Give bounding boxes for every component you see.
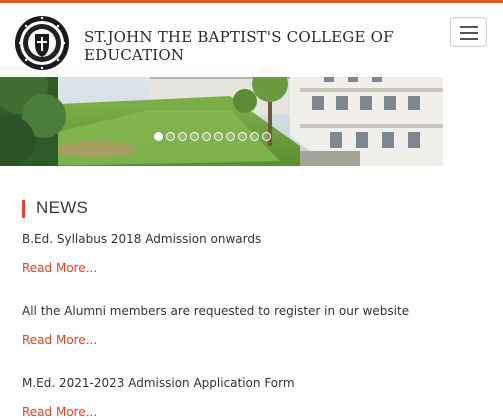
news-item: B.Ed. Syllabus 2018 Admission onwards Re… [22,232,492,276]
carousel-dot[interactable] [202,132,211,141]
carousel-dot[interactable] [214,132,223,141]
hero-carousel-image [0,66,443,166]
read-more-link[interactable]: Read More... [22,261,492,276]
news-item: M.Ed. 2021-2023 Admission Application Fo… [22,376,492,420]
read-more-link[interactable]: Read More... [22,333,492,348]
carousel-dot[interactable] [250,132,259,141]
college-crest-logo[interactable] [14,10,70,76]
news-heading-bar: NEWS [22,198,88,218]
carousel-dot[interactable] [238,132,247,141]
campus-photo [0,66,443,166]
carousel-dot[interactable] [190,132,199,141]
news-item-text: All the Alumni members are requested to … [22,304,410,318]
news-item-text: B.Ed. Syllabus 2018 Admission onwards [22,232,262,246]
news-item: All the Alumni members are requested to … [22,304,492,348]
carousel-dot[interactable] [166,132,175,141]
carousel-dot[interactable] [178,132,187,141]
college-name[interactable]: ST.JOHN THE BAPTIST'S COLLEGE OF EDUCATI… [84,28,414,64]
site-header: ST.JOHN THE BAPTIST'S COLLEGE OF EDUCATI… [0,3,503,77]
hamburger-menu-icon[interactable] [450,17,487,47]
carousel-dot[interactable] [226,132,235,141]
carousel-indicators [154,132,271,144]
carousel-dot[interactable] [262,132,271,141]
read-more-link[interactable]: Read More... [22,405,492,420]
news-heading: NEWS [36,198,89,217]
news-item-text: M.Ed. 2021-2023 Admission Application Fo… [22,376,295,390]
carousel-dot[interactable] [154,132,163,141]
